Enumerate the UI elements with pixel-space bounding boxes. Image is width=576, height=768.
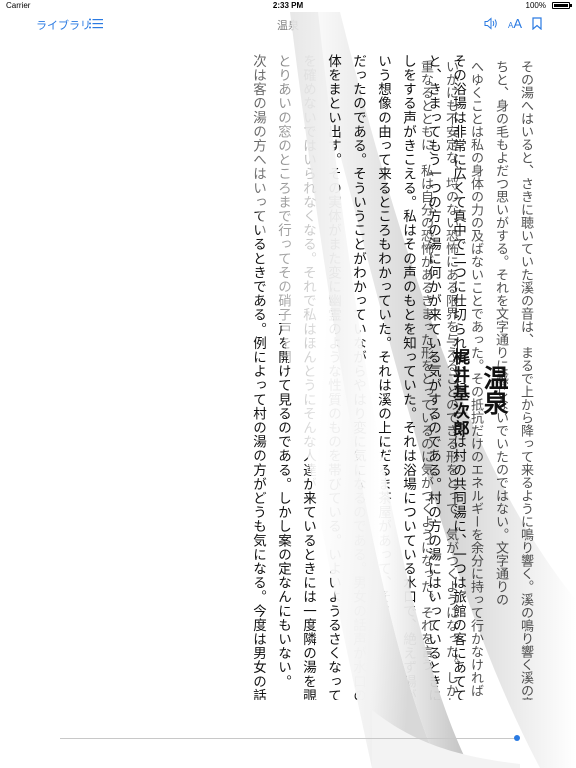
font-size-button[interactable]: AA xyxy=(508,16,522,31)
font-size-large-label: A xyxy=(513,16,523,31)
status-bar: Carrier 2:33 PM 100% xyxy=(0,0,576,12)
status-time: 2:33 PM xyxy=(272,1,304,10)
battery-icon xyxy=(552,2,572,9)
book-author: 梶井基次郎 xyxy=(449,348,469,438)
turning-page-line: その湯へはいると、さきに聴いていた溪の音は、まるで上から降って来るように鳴り響く… xyxy=(518,60,533,700)
bookmark-icon[interactable] xyxy=(532,17,542,30)
speaker-icon[interactable] xyxy=(484,17,498,30)
reader-toolbar: ライブラリ 温泉 AA xyxy=(0,12,576,36)
scrubber-track[interactable] xyxy=(60,738,516,739)
page-scrubber[interactable] xyxy=(60,734,520,744)
turning-page-line: 重なるとともに、私は自分の恐怖があるきまった形をとっているのに気がつくようになっ… xyxy=(418,60,433,671)
scrubber-knob[interactable] xyxy=(514,735,520,741)
battery-percentage: 100% xyxy=(525,1,546,10)
book-title: 温泉 xyxy=(480,365,509,415)
battery-level xyxy=(554,4,568,7)
